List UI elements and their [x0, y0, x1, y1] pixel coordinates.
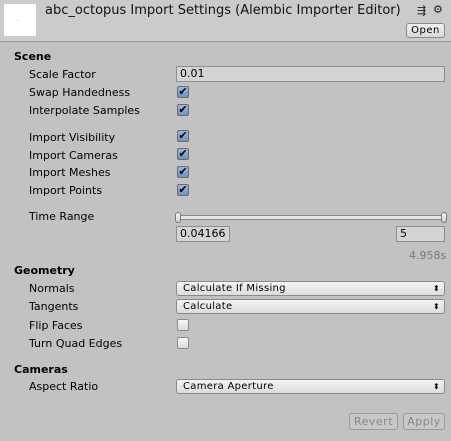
open-button[interactable]: Open	[406, 23, 445, 38]
inspector-header: · abc_octopus Import Settings (Alembic I…	[0, 0, 451, 42]
import-visibility-label: Import Visibility	[29, 131, 116, 144]
aspect-ratio-label: Aspect Ratio	[29, 380, 99, 393]
aspect-ratio-dropdown[interactable]: Camera Aperture ⬍	[176, 379, 445, 394]
interpolate-samples-checkbox[interactable]: ✔	[177, 104, 189, 116]
tangents-dropdown[interactable]: Calculate ⬍	[176, 299, 445, 314]
aspect-ratio-value: Camera Aperture	[183, 381, 274, 392]
time-range-start-input[interactable]: 0.04166	[176, 226, 230, 242]
time-range-duration: 4.958s	[409, 249, 447, 262]
import-meshes-checkbox[interactable]: ✔	[177, 166, 189, 178]
gear-icon[interactable]: ⚙	[433, 3, 443, 16]
dropdown-arrow-icon: ⬍	[432, 382, 440, 391]
swap-handedness-label: Swap Handedness	[29, 86, 131, 99]
dropdown-arrow-icon: ⬍	[432, 284, 440, 293]
time-range-start-handle[interactable]	[175, 212, 181, 223]
interpolate-samples-label: Interpolate Samples	[29, 104, 140, 117]
import-cameras-label: Import Cameras	[29, 149, 118, 162]
import-meshes-label: Import Meshes	[29, 166, 111, 179]
normals-label: Normals	[29, 282, 75, 295]
flip-faces-checkbox[interactable]	[177, 319, 189, 331]
turn-quad-edges-checkbox[interactable]	[177, 337, 189, 349]
time-range-label: Time Range	[29, 210, 95, 223]
section-cameras: Cameras	[14, 363, 68, 376]
section-geometry: Geometry	[14, 264, 75, 277]
swap-handedness-checkbox[interactable]: ✔	[177, 86, 189, 98]
import-points-checkbox[interactable]: ✔	[177, 184, 189, 196]
turn-quad-edges-label: Turn Quad Edges	[29, 337, 123, 350]
flip-faces-label: Flip Faces	[29, 319, 83, 332]
revert-button[interactable]: Revert	[349, 413, 398, 430]
normals-value: Calculate If Missing	[183, 283, 286, 294]
import-cameras-checkbox[interactable]: ✔	[177, 148, 189, 160]
import-visibility-checkbox[interactable]: ✔	[177, 130, 189, 142]
page-title: abc_octopus Import Settings (Alembic Imp…	[45, 3, 401, 18]
asset-thumbnail: ·	[4, 4, 36, 36]
preset-icon[interactable]: ⇶	[417, 4, 426, 17]
tangents-label: Tangents	[29, 300, 79, 313]
time-range-end-input[interactable]: 5	[396, 226, 445, 242]
time-range-slider[interactable]	[178, 215, 443, 220]
time-range-end-handle[interactable]	[441, 212, 447, 223]
dropdown-arrow-icon: ⬍	[432, 302, 440, 311]
apply-button[interactable]: Apply	[403, 413, 445, 430]
section-scene: Scene	[14, 50, 52, 63]
scale-factor-label: Scale Factor	[29, 68, 96, 81]
import-points-label: Import Points	[29, 184, 103, 197]
scale-factor-input[interactable]: 0.01	[176, 66, 445, 82]
tangents-value: Calculate	[183, 301, 233, 312]
normals-dropdown[interactable]: Calculate If Missing ⬍	[176, 281, 445, 296]
